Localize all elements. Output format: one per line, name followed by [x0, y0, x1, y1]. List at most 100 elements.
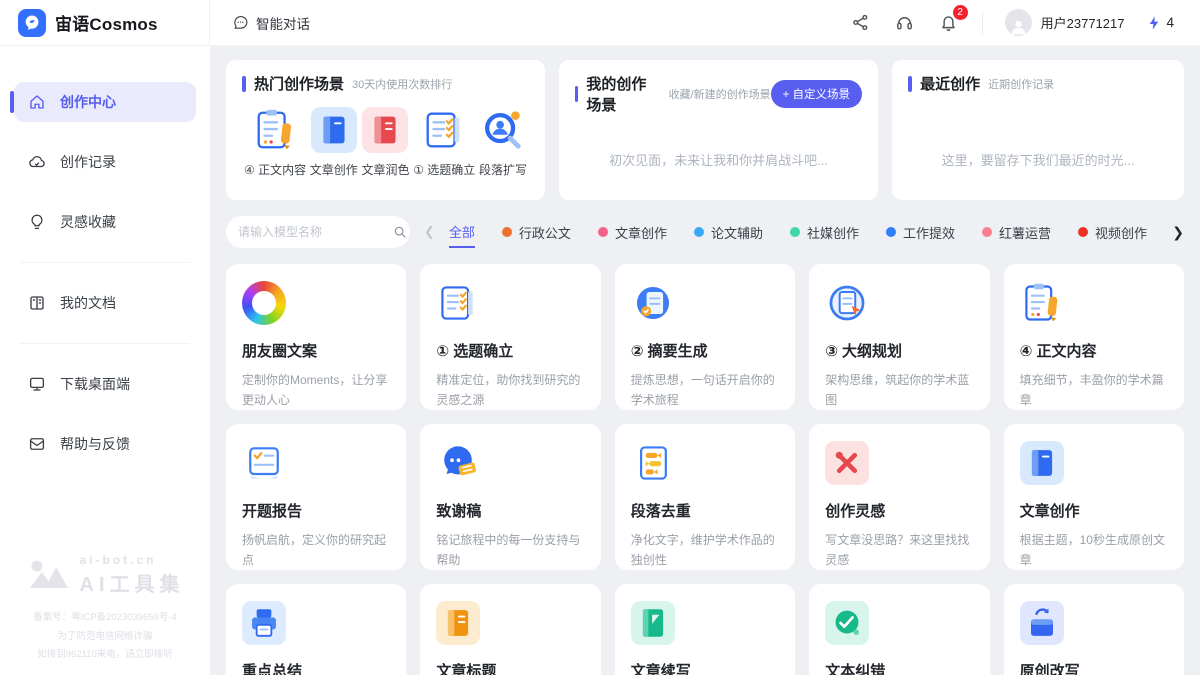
scene-card-abstract-gen-2[interactable]: ② 摘要生成提炼思想，一句话开启你的学术旅程	[615, 264, 795, 410]
book-blue-icon	[1020, 441, 1064, 485]
sidebar-item-creation-records[interactable]: 创作记录	[14, 142, 196, 182]
hot-scene-article-writing[interactable]: 文章创作	[310, 107, 358, 178]
category-dot-icon	[598, 227, 608, 237]
category-tab-label: 红薯运营	[999, 223, 1051, 242]
tab-smart-chat[interactable]: 智能对话	[232, 13, 310, 33]
card-title: 开题报告	[242, 500, 390, 521]
hot-scene-label: ④ 正文内容	[244, 161, 306, 178]
scene-card-outline-plan-3[interactable]: ③ 大纲规划架构思维，筑起你的学术蓝图	[809, 264, 989, 410]
category-tabs: 全部行政公文文章创作论文辅助社媒创作工作提效红薯运营视频创作商业营销生	[449, 216, 1158, 248]
card-description: 净化文字，维护学术作品的独创性	[631, 530, 779, 571]
scene-card-text-correction[interactable]: 文本纠错智能修正错别字，纠正语法	[809, 584, 989, 675]
category-tab-social-media[interactable]: 社媒创作	[790, 216, 859, 248]
watermark-site: ai-bot.cn	[80, 553, 185, 567]
scene-card-article-title[interactable]: 文章标题根据主题及文章内容，生成爆	[420, 584, 600, 675]
search-icon[interactable]	[393, 225, 407, 239]
category-tab-label: 工作提效	[903, 223, 955, 242]
category-tab-admin-docs[interactable]: 行政公文	[502, 216, 571, 248]
share-button[interactable]	[850, 12, 872, 34]
filter-row: ❮ 全部行政公文文章创作论文辅助社媒创作工作提效红薯运营视频创作商业营销生 ❯	[226, 216, 1184, 248]
hot-scene-topic-setup-1[interactable]: ① 选题确立	[413, 107, 475, 178]
category-tab-article-writing[interactable]: 文章创作	[598, 216, 667, 248]
chat-bubble-logo-glyph	[23, 14, 41, 32]
card-title: 致谢稿	[436, 500, 584, 521]
check-green-icon	[825, 601, 869, 645]
scene-card-key-summary[interactable]: 重点总结文章重点内容总结	[226, 584, 406, 675]
sidebar-item-label: 灵感收藏	[60, 212, 116, 232]
support-button[interactable]	[894, 12, 916, 34]
sidebar-item-inspiration-favorites[interactable]: 灵感收藏	[14, 202, 196, 242]
category-tab-all[interactable]: 全部	[449, 216, 475, 248]
book-red-icon	[362, 107, 408, 153]
sidebar-item-my-documents[interactable]: 我的文档	[14, 283, 196, 323]
bulb-icon	[28, 213, 46, 231]
scene-card-original-rewrite[interactable]: 原创改写主题不变，智能改写文章	[1004, 584, 1184, 675]
scene-card-moments-copy[interactable]: 朋友圈文案定制你的Moments，让分享更动人心	[226, 264, 406, 410]
hot-scene-article-polish[interactable]: 文章润色	[361, 107, 409, 178]
tabs-scroll-left-icon[interactable]: ❮	[424, 224, 435, 240]
sidebar-nav: 创作中心创作记录灵感收藏我的文档下载桌面端帮助与反馈	[0, 46, 210, 464]
sidebar-item-label: 下载桌面端	[60, 374, 130, 394]
scene-card-article-writing[interactable]: 文章创作根据主题，10秒生成原创文章	[1004, 424, 1184, 570]
scene-card-creation-inspiration[interactable]: 创作灵感写文章没思路？来这里找找灵感	[809, 424, 989, 570]
app-logo-icon	[18, 9, 46, 37]
hot-scene-list: ④ 正文内容文章创作文章润色① 选题确立段落扩写	[242, 107, 529, 178]
recent-creations-panel: 最近创作 近期创作记录 这里，要留存下我们最近的时光...	[892, 60, 1184, 200]
hot-scene-label: 文章润色	[361, 161, 409, 178]
search-input[interactable]	[238, 225, 393, 239]
category-tab-xiaohongshu[interactable]: 红薯运营	[982, 216, 1051, 248]
sidebar-divider	[20, 262, 190, 263]
scene-card-acknowledgement[interactable]: 致谢稿铭记旅程中的每一份支持与帮助	[420, 424, 600, 570]
sidebar-item-creation-center[interactable]: 创作中心	[14, 82, 196, 122]
username: 用户23771217	[1041, 13, 1125, 32]
tools-x-icon	[825, 441, 869, 485]
category-dot-icon	[1078, 227, 1088, 237]
filing-info: 备案号：粤ICP备2023039659号-4为了防范电信网络诈骗如接到96211…	[10, 609, 200, 665]
scene-card-topic-setup-1[interactable]: ① 选题确立精准定位，助你找到研究的灵感之源	[420, 264, 600, 410]
card-title: 文章标题	[436, 660, 584, 675]
category-tab-thesis-assist[interactable]: 论文辅助	[694, 216, 763, 248]
filing-line: 如接到962110来电，请立即接听	[10, 646, 200, 665]
card-title: 文本纠错	[825, 660, 973, 675]
category-dot-icon	[982, 227, 992, 237]
scene-card-article-continue[interactable]: 文章续写延续风格续写文章	[615, 584, 795, 675]
notifications-button[interactable]: 2	[938, 12, 960, 34]
watermark-title: AI工具集	[80, 568, 185, 597]
topbar-actions: 2 用户23771217 4	[850, 9, 1200, 36]
my-scenes-title: 我的创作场景	[586, 73, 660, 115]
card-title: ④ 正文内容	[1020, 340, 1168, 361]
category-tab-label: 社媒创作	[807, 223, 859, 242]
sidebar-item-label: 帮助与反馈	[60, 434, 130, 454]
hot-scene-body-content-4[interactable]: ④ 正文内容	[244, 107, 306, 178]
card-title: ② 摘要生成	[631, 340, 779, 361]
sidebar-item-help-feedback[interactable]: 帮助与反馈	[14, 424, 196, 464]
hot-scene-label: 段落扩写	[479, 161, 527, 178]
sidebar-divider	[20, 343, 190, 344]
filing-line: 备案号：粤ICP备2023039659号-4	[10, 609, 200, 628]
energy-indicator[interactable]: 4	[1146, 15, 1174, 31]
card-description: 架构思维，筑起你的学术蓝图	[825, 370, 973, 411]
lightning-icon	[1146, 15, 1162, 31]
checklist-icon	[421, 107, 467, 153]
scene-card-paragraph-dedup[interactable]: 段落去重净化文字，维护学术作品的独创性	[615, 424, 795, 570]
doc-check-icon	[242, 441, 286, 485]
category-tab-work-efficiency[interactable]: 工作提效	[886, 216, 955, 248]
scene-card-proposal-report[interactable]: 开题报告扬帆启航，定义你的研究起点	[226, 424, 406, 570]
tabs-scroll-right-icon[interactable]: ❯	[1172, 224, 1184, 241]
person-icon	[1009, 17, 1028, 36]
user-menu[interactable]: 用户23771217	[1005, 9, 1125, 36]
ai-bot-logo-icon	[26, 555, 72, 595]
sidebar-item-download-desktop[interactable]: 下载桌面端	[14, 364, 196, 404]
card-title: ① 选题确立	[436, 340, 584, 361]
hot-scenes-subtitle: 30天内使用次数排行	[352, 76, 452, 92]
watermark: ai-bot.cn AI工具集	[10, 553, 200, 597]
category-tab-video-creation[interactable]: 视频创作	[1078, 216, 1147, 248]
home-icon	[28, 93, 46, 111]
scene-card-body-content-4[interactable]: ④ 正文内容填充细节，丰盈你的学术篇章	[1004, 264, 1184, 410]
hot-scene-paragraph-expand[interactable]: 段落扩写	[479, 107, 527, 178]
custom-scene-button[interactable]: + 自定义场景	[771, 80, 862, 108]
card-description: 填充细节，丰盈你的学术篇章	[1020, 370, 1168, 411]
category-tab-label: 论文辅助	[711, 223, 763, 242]
notification-badge: 2	[953, 5, 968, 20]
card-title: ③ 大纲规划	[825, 340, 973, 361]
